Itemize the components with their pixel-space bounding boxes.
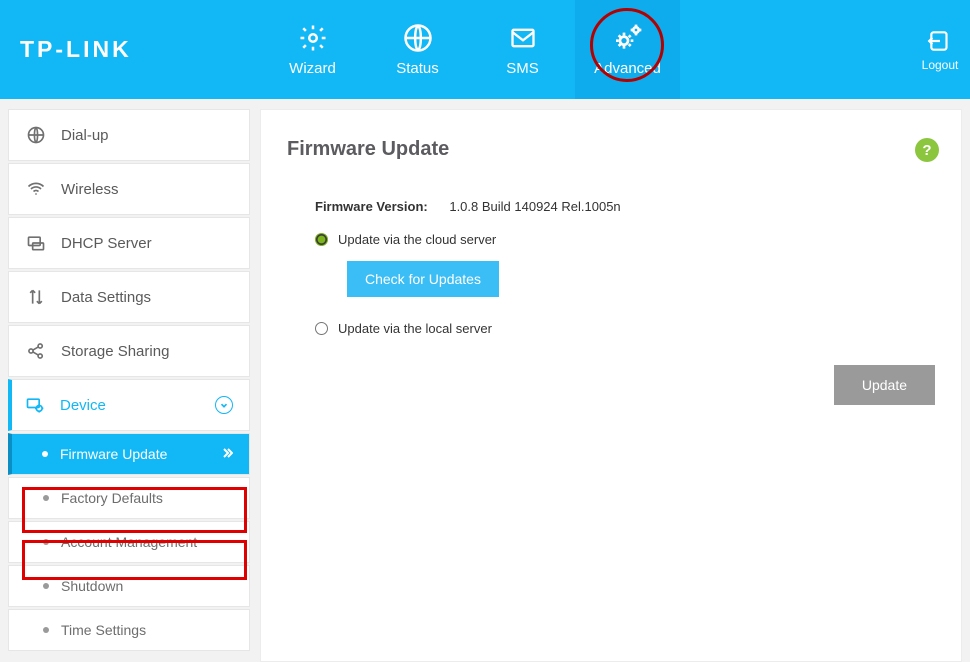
globe-icon [402,22,434,54]
sidebar-sub-firmware[interactable]: Firmware Update [8,433,250,475]
help-button[interactable]: ? [915,138,939,162]
sub-label: Firmware Update [60,446,167,462]
main-container: Dial-up Wireless DHCP Server Data Settin… [0,99,970,662]
device-gear-icon [24,394,46,416]
server-icon [25,232,47,254]
nav-advanced-label: Advanced [594,60,661,77]
nav-sms[interactable]: SMS [470,0,575,99]
fw-version-label: Firmware Version: [315,199,428,214]
wifi-icon [25,178,47,200]
brand-logo: TP-LINK [20,36,260,63]
sidebar-label: Data Settings [61,289,151,306]
sidebar: Dial-up Wireless DHCP Server Data Settin… [8,109,250,662]
sidebar-label: DHCP Server [61,235,152,252]
update-button[interactable]: Update [834,365,935,405]
sub-label: Account Management [61,534,197,550]
nav-wizard-label: Wizard [289,60,336,77]
chevron-right-icon [221,446,233,462]
chevron-down-icon [215,396,233,414]
data-arrows-icon [25,286,47,308]
sub-label: Shutdown [61,578,123,594]
sidebar-sub-factory[interactable]: Factory Defaults [8,477,250,519]
gear-icon [297,22,329,54]
sidebar-label: Device [60,397,106,414]
radio-cloud-row[interactable]: Update via the cloud server [315,232,935,247]
check-updates-button[interactable]: Check for Updates [347,261,499,297]
sub-label: Time Settings [61,622,146,638]
share-icon [25,340,47,362]
globe-icon [25,124,47,146]
sidebar-item-dhcp[interactable]: DHCP Server [8,217,250,269]
sidebar-item-dialup[interactable]: Dial-up [8,109,250,161]
logout-label: Logout [910,58,970,72]
main-nav: Wizard Status SMS Advanced [260,0,680,99]
firmware-version-row: Firmware Version: 1.0.8 Build 140924 Rel… [315,199,935,214]
sidebar-label: Dial-up [61,127,109,144]
sidebar-item-wireless[interactable]: Wireless [8,163,250,215]
sidebar-sub-account[interactable]: Account Management [8,521,250,563]
gears-icon [612,22,644,54]
sidebar-item-device[interactable]: Device [8,379,250,431]
nav-sms-label: SMS [506,60,539,77]
radio-cloud-label: Update via the cloud server [338,232,496,247]
nav-advanced[interactable]: Advanced [575,0,680,99]
top-navbar: TP-LINK Wizard Status SMS Advanced [0,0,970,99]
sidebar-label: Wireless [61,181,119,198]
radio-local[interactable] [315,322,328,335]
nav-status-label: Status [396,60,439,77]
sidebar-item-data[interactable]: Data Settings [8,271,250,323]
radio-cloud[interactable] [315,233,328,246]
nav-status[interactable]: Status [365,0,470,99]
sidebar-sub-shutdown[interactable]: Shutdown [8,565,250,607]
radio-local-label: Update via the local server [338,321,492,336]
sidebar-label: Storage Sharing [61,343,169,360]
sidebar-sub-time[interactable]: Time Settings [8,609,250,651]
radio-local-row[interactable]: Update via the local server [315,321,935,336]
content-panel: Firmware Update ? Firmware Version: 1.0.… [260,109,962,662]
nav-wizard[interactable]: Wizard [260,0,365,99]
sidebar-item-storage[interactable]: Storage Sharing [8,325,250,377]
envelope-icon [507,22,539,54]
logout-icon [926,28,954,56]
logout-button[interactable]: Logout [910,28,970,72]
page-title: Firmware Update [287,138,935,161]
sub-label: Factory Defaults [61,490,163,506]
fw-version-value: 1.0.8 Build 140924 Rel.1005n [449,199,620,214]
